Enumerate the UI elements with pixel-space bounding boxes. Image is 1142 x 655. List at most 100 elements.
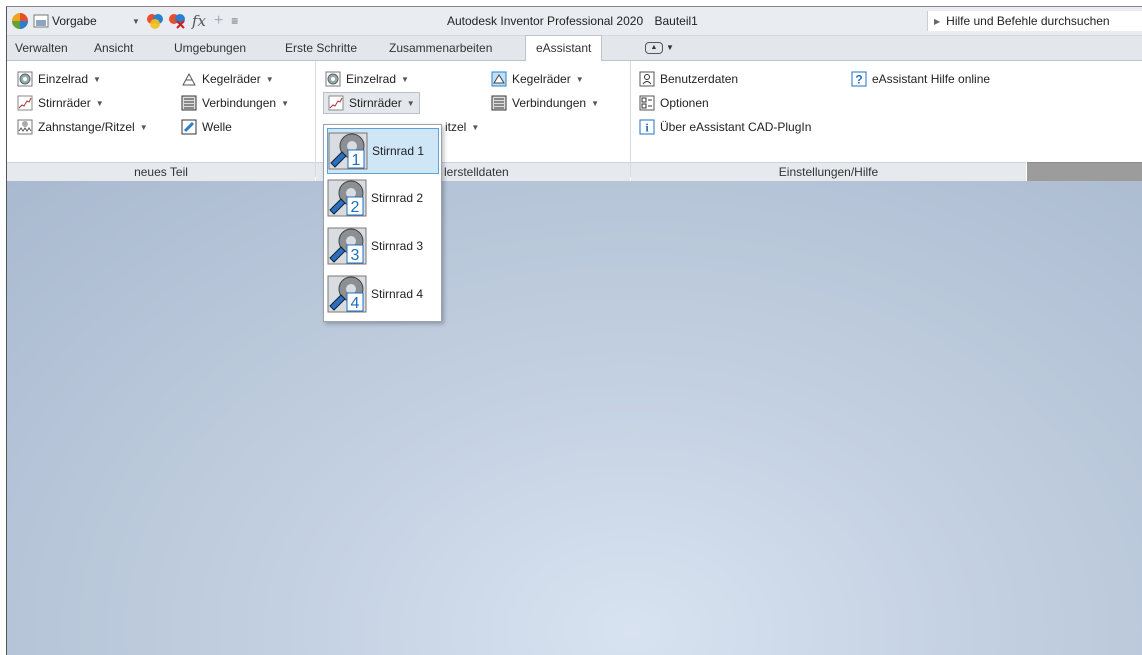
- panel-separator: [630, 61, 631, 177]
- kegelraeder-2-button[interactable]: Kegelräder ▼: [491, 68, 584, 90]
- app-title: Autodesk Inventor Professional 2020: [447, 14, 644, 28]
- single-gear-icon: [17, 71, 33, 87]
- spur-gears-icon: [17, 95, 33, 111]
- bevel-gear-icon: [491, 71, 507, 87]
- spur-gear-1-icon: 1: [328, 132, 368, 170]
- spur-gear-3-icon: 3: [327, 227, 367, 265]
- verbindungen-label: Verbindungen: [202, 96, 277, 110]
- chevron-down-icon: ▼: [401, 74, 409, 84]
- window-title: Autodesk Inventor Professional 2020 Baut…: [447, 7, 698, 35]
- connections-icon: [491, 95, 507, 111]
- plus-icon[interactable]: +: [214, 12, 223, 30]
- verbindungen-button[interactable]: Verbindungen ▼: [181, 92, 289, 114]
- clear-color-icon[interactable]: [168, 12, 186, 30]
- zahnstange-ritzel-2-button[interactable]: itzel ▼: [445, 116, 479, 138]
- chevron-right-icon: ▶: [934, 16, 941, 26]
- user-data-icon: [639, 71, 655, 87]
- einzelrad-2-label: Einzelrad: [346, 72, 397, 86]
- eassistant-help-label: eAssistant Hilfe online: [872, 72, 991, 86]
- svg-text:?: ?: [855, 73, 862, 87]
- chevron-down-icon: ▼: [575, 74, 584, 84]
- menu-item-stirnrad-3-label: Stirnrad 3: [371, 239, 424, 253]
- kegelraeder-2-label: Kegelräder: [512, 72, 571, 86]
- chevron-down-icon: ▼: [95, 98, 104, 108]
- chevron-down-icon: ▼: [666, 43, 674, 52]
- panel-separator: [315, 61, 316, 177]
- graphics-viewport[interactable]: [7, 181, 1142, 655]
- options-icon: [639, 95, 655, 111]
- welle-label: Welle: [202, 120, 232, 134]
- help-search-text: Hilfe und Befehle durchsuchen: [946, 14, 1110, 28]
- color-override-icon[interactable]: [146, 12, 164, 30]
- help-icon: ?: [851, 71, 867, 87]
- minimize-ribbon-icon: ▲: [645, 42, 663, 54]
- tab-eassistant[interactable]: eAssistant: [525, 35, 603, 62]
- ribbon: Einzelrad ▼ Kegelräder ▼ Stirnräder ▼ Ve…: [7, 61, 1142, 181]
- about-plugin-label: Über eAssistant CAD-PlugIn: [660, 120, 812, 134]
- optionen-label: Optionen: [660, 96, 709, 110]
- optionen-button[interactable]: Optionen: [639, 92, 709, 114]
- about-plugin-button[interactable]: i Über eAssistant CAD-PlugIn: [639, 116, 811, 138]
- panel-title-empty: [1027, 162, 1142, 181]
- connections-icon: [181, 95, 197, 111]
- spur-gear-2-icon: 2: [327, 179, 367, 217]
- customize-toolbar-icon[interactable]: ≡: [231, 14, 238, 28]
- einzelrad-button[interactable]: Einzelrad ▼: [17, 68, 101, 90]
- panel-title-herstelldaten-text: lerstelldaten: [444, 165, 509, 179]
- kegelraeder-button[interactable]: Kegelräder ▼: [181, 68, 274, 90]
- menu-item-stirnrad-4[interactable]: 4 Stirnrad 4: [327, 272, 437, 316]
- benutzerdaten-label: Benutzerdaten: [660, 72, 739, 86]
- shaft-icon: [181, 119, 197, 135]
- stirnraeder-label: Stirnräder: [38, 96, 91, 110]
- ribbon-tab-bar: Verwalten Ansicht Umgebungen Erste Schri…: [7, 35, 1142, 62]
- svg-text:3: 3: [351, 247, 360, 264]
- chevron-down-icon: ▼: [265, 74, 274, 84]
- chevron-down-icon: ▼: [93, 74, 101, 84]
- tab-ansicht[interactable]: Ansicht: [94, 36, 133, 60]
- verbindungen-2-label: Verbindungen: [512, 96, 587, 110]
- document-name: Bauteil1: [654, 14, 698, 28]
- welle-button[interactable]: Welle: [181, 116, 232, 138]
- svg-text:2: 2: [351, 199, 360, 216]
- spur-gear-4-icon: 4: [327, 275, 367, 313]
- svg-text:1: 1: [352, 152, 361, 169]
- verbindungen-2-button[interactable]: Verbindungen ▼: [491, 92, 599, 114]
- panel-title-einstellungen-hilfe: Einstellungen/Hilfe: [631, 162, 1026, 181]
- style-select[interactable]: Vorgabe: [52, 14, 132, 28]
- menu-item-stirnrad-2-label: Stirnrad 2: [371, 191, 424, 205]
- spur-gears-icon: [328, 95, 344, 111]
- rack-pinion-icon: [17, 119, 33, 135]
- help-search-input[interactable]: ▶ Hilfe und Befehle durchsuchen: [927, 11, 1142, 31]
- tab-erste-schritte[interactable]: Erste Schritte: [285, 36, 357, 60]
- appearance-icon: [33, 14, 49, 28]
- einzelrad-2-button[interactable]: Einzelrad ▼: [325, 68, 409, 90]
- inventor-logo-icon[interactable]: [11, 12, 29, 30]
- bevel-gear-icon: [181, 71, 197, 87]
- single-gear-icon: [325, 71, 341, 87]
- tab-zusammenarbeiten[interactable]: Zusammenarbeiten: [389, 36, 492, 60]
- stirnraeder-2-label: Stirnräder: [349, 96, 402, 110]
- menu-item-stirnrad-1-label: Stirnrad 1: [372, 144, 425, 158]
- formula-icon[interactable]: fx: [192, 12, 206, 30]
- menu-item-stirnrad-3[interactable]: 3 Stirnrad 3: [327, 224, 437, 268]
- menu-item-stirnrad-4-label: Stirnrad 4: [371, 287, 424, 301]
- benutzerdaten-button[interactable]: Benutzerdaten: [639, 68, 738, 90]
- zahnstange-ritzel-button[interactable]: Zahnstange/Ritzel ▼: [17, 116, 148, 138]
- stirnraeder-2-button[interactable]: Stirnräder ▼: [323, 92, 420, 114]
- menu-item-stirnrad-2[interactable]: 2 Stirnrad 2: [327, 176, 437, 220]
- chevron-down-icon: ▼: [406, 98, 415, 108]
- application-window: Vorgabe ▼ fx + ≡ Autodesk Inventor Profe…: [6, 6, 1142, 655]
- stirnraeder-dropdown-menu: 1 Stirnrad 1 2 Stirnrad 2 3 Stirnrad 3 4…: [323, 124, 442, 322]
- kegelraeder-label: Kegelräder: [202, 72, 261, 86]
- ribbon-minimize-button[interactable]: ▲ ▼: [645, 36, 674, 60]
- chevron-down-icon: ▼: [281, 98, 289, 108]
- tab-umgebungen[interactable]: Umgebungen: [174, 36, 246, 60]
- chevron-down-icon[interactable]: ▼: [132, 17, 140, 26]
- chevron-down-icon: ▼: [139, 122, 148, 132]
- menu-item-stirnrad-1[interactable]: 1 Stirnrad 1: [327, 128, 439, 174]
- stirnraeder-button[interactable]: Stirnräder ▼: [17, 92, 104, 114]
- quick-access-toolbar: Vorgabe ▼ fx + ≡: [11, 7, 238, 35]
- chevron-down-icon: ▼: [471, 122, 480, 132]
- eassistant-help-button[interactable]: ? eAssistant Hilfe online: [851, 68, 990, 90]
- tab-verwalten[interactable]: Verwalten: [15, 36, 68, 60]
